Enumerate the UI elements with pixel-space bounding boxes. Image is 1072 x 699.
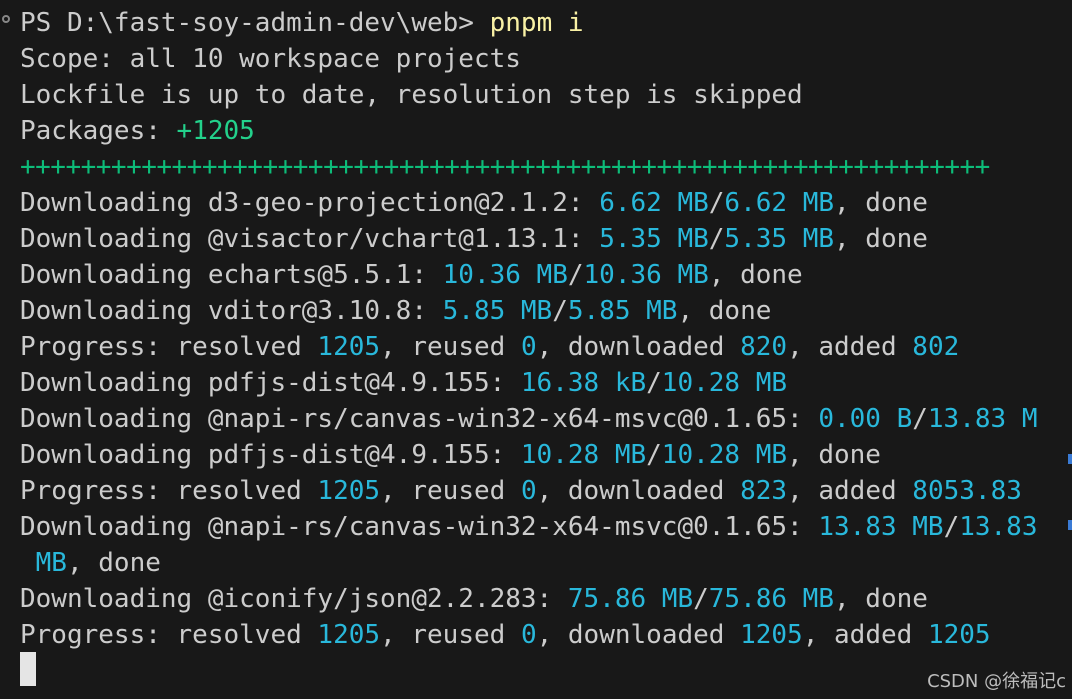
prompt-line: PS D:\fast-soy-admin-dev\web> pnpm i	[20, 5, 1072, 41]
terminal-cursor[interactable]	[20, 652, 36, 686]
packages-line: Packages: +1205	[20, 116, 255, 146]
command-text: pnpm i	[489, 8, 584, 38]
scrollbar-marker[interactable]	[1068, 454, 1072, 464]
prompt-path: PS D:\fast-soy-admin-dev\web>	[20, 8, 490, 38]
download-line: Downloading @napi-rs/canvas-win32-x64-ms…	[20, 404, 1038, 434]
terminal-window[interactable]: PS D:\fast-soy-admin-dev\web> pnpm i Sco…	[0, 0, 1072, 699]
download-line: Downloading vditor@3.10.8: 5.85 MB/5.85 …	[20, 296, 772, 326]
command-decoration-icon[interactable]	[2, 15, 10, 23]
download-line: Downloading @iconify/json@2.2.283: 75.86…	[20, 584, 928, 614]
download-line-wrap: MB, done	[20, 548, 161, 578]
progress-bar-line: ++++++++++++++++++++++++++++++++++++++++…	[20, 152, 990, 182]
download-line: Downloading pdfjs-dist@4.9.155: 16.38 kB…	[20, 368, 788, 398]
scrollbar-marker[interactable]	[1068, 520, 1072, 530]
packages-count: +1205	[176, 116, 255, 146]
progress-line: Progress: resolved 1205, reused 0, downl…	[20, 476, 1022, 506]
scope-line: Scope: all 10 workspace projects	[20, 44, 521, 74]
progress-line: Progress: resolved 1205, reused 0, downl…	[20, 332, 960, 362]
progress-line: Progress: resolved 1205, reused 0, downl…	[20, 620, 991, 650]
terminal-output: PS D:\fast-soy-admin-dev\web> pnpm i Sco…	[20, 5, 1072, 653]
download-line: Downloading @napi-rs/canvas-win32-x64-ms…	[20, 512, 1038, 542]
watermark: CSDN @徐福记c	[927, 671, 1066, 692]
download-line: Downloading @visactor/vchart@1.13.1: 5.3…	[20, 224, 928, 254]
download-line: Downloading echarts@5.5.1: 10.36 MB/10.3…	[20, 260, 803, 290]
lockfile-line: Lockfile is up to date, resolution step …	[20, 80, 803, 110]
download-line: Downloading d3-geo-projection@2.1.2: 6.6…	[20, 188, 928, 218]
download-line: Downloading pdfjs-dist@4.9.155: 10.28 MB…	[20, 440, 881, 470]
